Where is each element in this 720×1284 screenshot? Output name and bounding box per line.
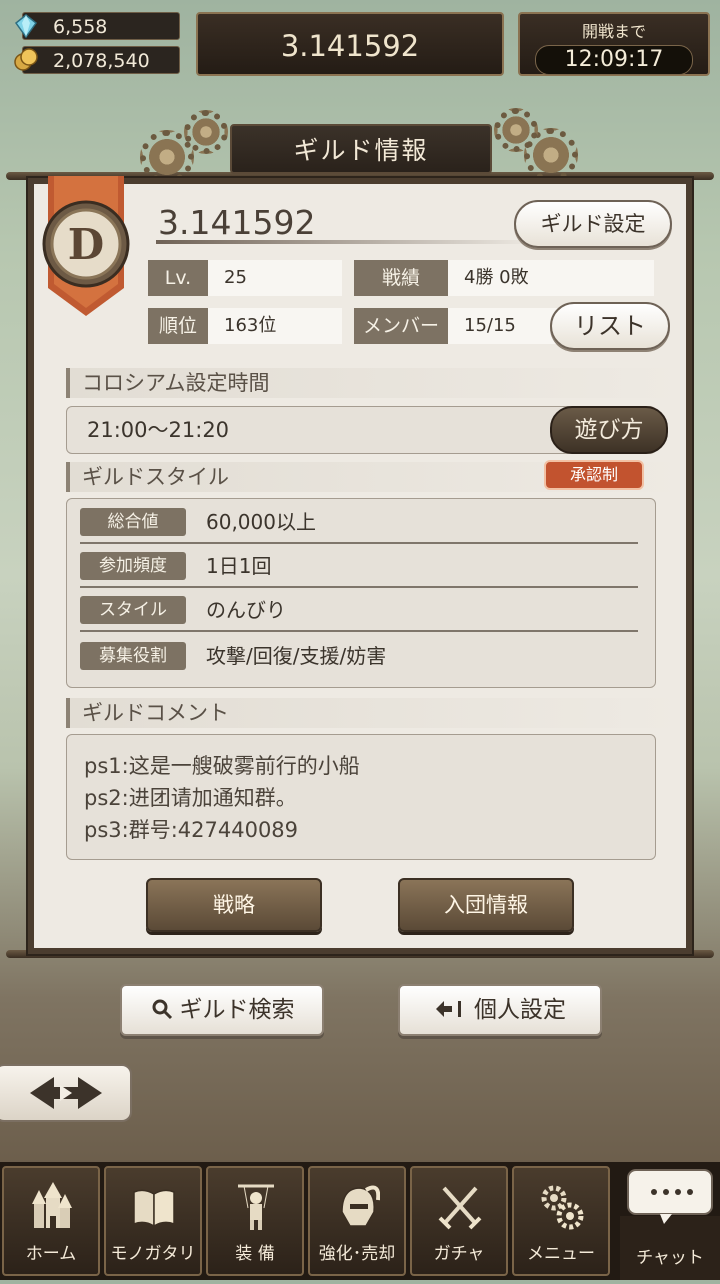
member-label: メンバー <box>354 308 448 344</box>
record-value: 4勝 0敗 <box>448 260 654 296</box>
gem-counter: 6,558 <box>14 12 180 40</box>
nav-gacha[interactable]: ガチャ <box>410 1166 508 1276</box>
member-list-button[interactable]: リスト <box>550 302 670 350</box>
battle-timer-value: 12:09:17 <box>535 45 693 75</box>
nav-story[interactable]: モノガタリ <box>104 1166 202 1276</box>
guild-rank-emblem: D <box>42 176 130 316</box>
back-arrow-icon <box>30 1077 102 1109</box>
style-row-label: 参加頻度 <box>80 552 186 580</box>
join-info-button[interactable]: 入団情報 <box>398 878 574 932</box>
guild-name: 3.141592 <box>158 203 316 242</box>
style-row-label: 総合値 <box>80 508 186 536</box>
coin-counter: 2,078,540 <box>14 46 180 74</box>
comment-line: ps3:群号:427440089 <box>84 818 299 842</box>
nav-label: 装 備 <box>235 1244 275 1264</box>
approval-badge: 承認制 <box>544 460 644 490</box>
rank-label: 順位 <box>148 308 208 344</box>
level-label: Lv. <box>148 260 208 296</box>
colosseum-time: 21:00〜21:20 <box>87 418 230 442</box>
panel-title: ギルド情報 <box>230 124 492 174</box>
gem-icon <box>14 14 38 39</box>
castle-icon <box>32 1182 72 1228</box>
nav-home[interactable]: ホーム <box>2 1166 100 1276</box>
open-book-icon <box>133 1189 175 1228</box>
nav-enhance-sell[interactable]: 強化･売却 <box>308 1166 406 1276</box>
crossed-swords-icon <box>438 1186 482 1230</box>
style-row: 参加頻度 1日1回 <box>80 548 638 588</box>
flower-ornament-left <box>184 110 228 154</box>
colosseum-section-title: コロシアム設定時間 <box>66 368 682 398</box>
back-button[interactable] <box>0 1064 132 1122</box>
personal-settings-label: 個人設定 <box>474 997 566 1023</box>
record-label: 戦績 <box>354 260 448 296</box>
enter-arrow-icon <box>436 1001 461 1017</box>
header-title: 3.141592 <box>196 12 504 76</box>
style-row: スタイル のんびり <box>80 592 638 632</box>
name-underline <box>156 240 536 244</box>
battle-timer-label: 開戦まで <box>581 22 646 41</box>
style-row-value: 攻撃/回復/支援/妨害 <box>206 644 387 668</box>
nav-label: ホーム <box>25 1244 77 1264</box>
guild-settings-button[interactable]: ギルド設定 <box>514 200 672 248</box>
guild-search-button[interactable]: ギルド検索 <box>120 984 324 1036</box>
emblem-letter: D <box>68 220 104 269</box>
battle-timer: 開戦まで 12:09:17 <box>518 12 710 76</box>
style-row: 募集役割 攻撃/回復/支援/妨害 <box>80 638 638 676</box>
comment-line: ps2:进团请加通知群。 <box>84 786 297 810</box>
comment-line: ps1:这是一艘破雾前行的小船 <box>84 754 360 778</box>
coin-count: 2,078,540 <box>53 50 150 72</box>
nav-label: 強化･売却 <box>318 1244 396 1264</box>
style-row-value: のんびり <box>206 598 286 622</box>
gears-icon <box>541 1185 584 1230</box>
style-row-label: 募集役割 <box>80 642 186 670</box>
personal-settings-button[interactable]: 個人設定 <box>398 984 602 1036</box>
style-row-value: 60,000以上 <box>206 510 316 534</box>
strategy-button[interactable]: 戦略 <box>146 878 322 932</box>
nav-label: メニュー <box>527 1244 595 1264</box>
nav-label: ガチャ <box>433 1244 485 1264</box>
flower-ornament-right <box>494 108 538 152</box>
style-row: 総合値 60,000以上 <box>80 504 638 544</box>
nav-label: モノガタリ <box>110 1244 196 1264</box>
nav-equip[interactable]: 装 備 <box>206 1166 304 1276</box>
coin-icon <box>14 48 38 71</box>
puppet-icon <box>238 1184 274 1230</box>
search-icon <box>152 999 172 1020</box>
guild-search-label: ギルド検索 <box>179 997 295 1023</box>
nav-menu[interactable]: メニュー <box>512 1166 610 1276</box>
guild-comment-section-title: ギルドコメント <box>66 698 682 728</box>
chat-button[interactable]: チャット <box>620 1166 720 1280</box>
chat-label: チャット <box>636 1248 704 1268</box>
helmet-icon <box>341 1185 380 1227</box>
style-row-value: 1日1回 <box>206 554 272 578</box>
how-to-play-button[interactable]: 遊び方 <box>550 406 668 454</box>
style-row-label: スタイル <box>80 596 186 624</box>
gem-count: 6,558 <box>53 16 108 38</box>
level-value: 25 <box>208 260 342 296</box>
rank-value: 163位 <box>208 308 342 344</box>
